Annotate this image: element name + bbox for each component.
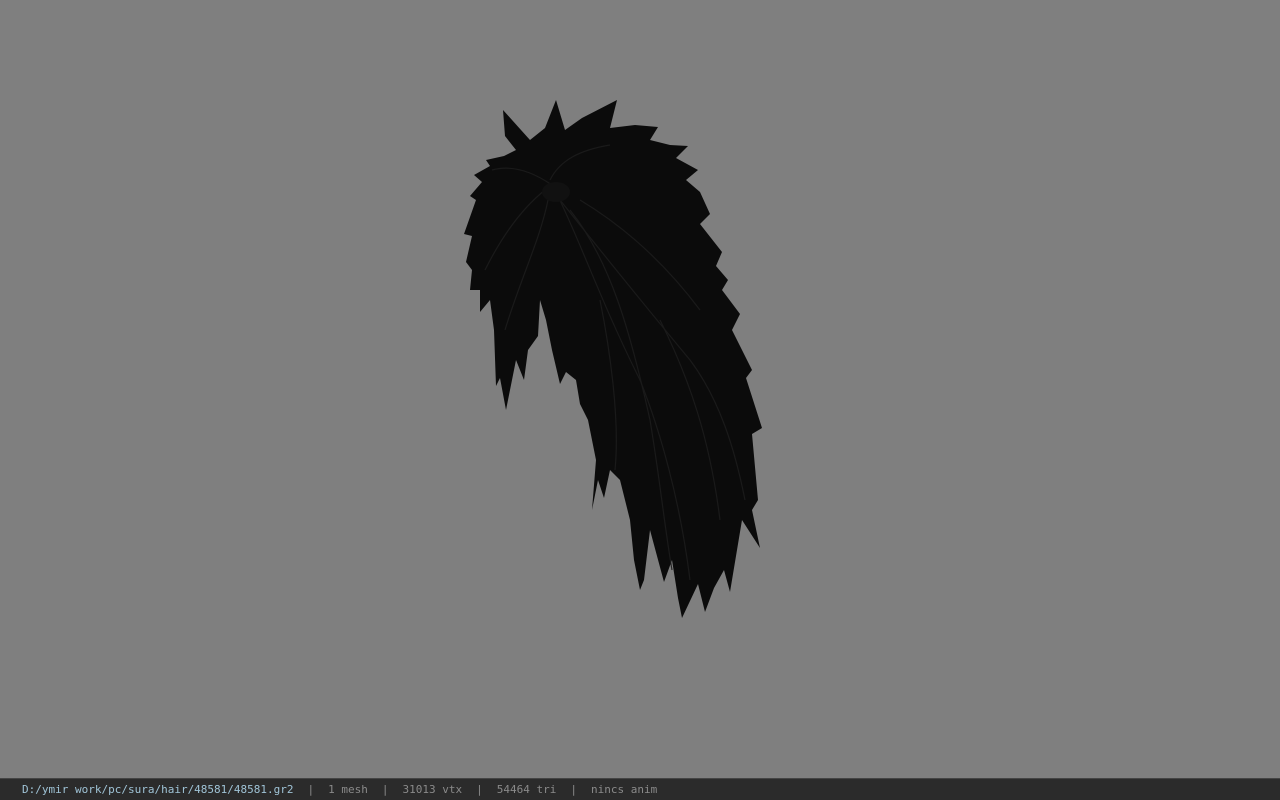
- hair-mesh: [464, 100, 762, 618]
- mesh-count-label: 1 mesh: [328, 783, 368, 796]
- hair-crown: [542, 182, 570, 202]
- status-bar: D:/ymir work/pc/sura/hair/48581/48581.gr…: [0, 778, 1280, 800]
- file-path-label: D:/ymir work/pc/sura/hair/48581/48581.gr…: [22, 783, 294, 796]
- animation-status-label: nincs anim: [591, 783, 658, 796]
- status-separator: |: [570, 783, 577, 796]
- triangle-count-label: 54464 tri: [496, 783, 557, 796]
- status-separator: |: [381, 783, 389, 796]
- status-separator: |: [307, 783, 315, 796]
- 3d-viewport[interactable]: [0, 0, 1280, 778]
- vertex-count-label: 31013 vtx: [402, 783, 463, 796]
- status-separator: |: [476, 783, 483, 796]
- hair-model-render: [464, 100, 762, 618]
